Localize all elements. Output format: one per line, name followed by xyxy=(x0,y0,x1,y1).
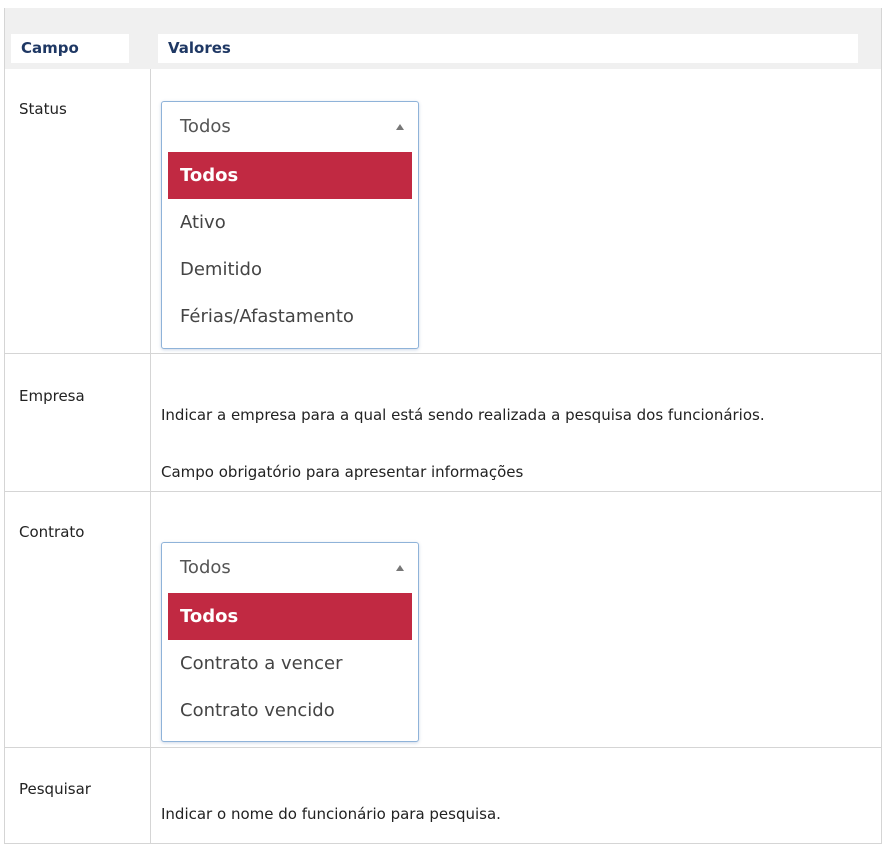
row-label-contrato: Contrato xyxy=(19,523,85,541)
caret-up-icon xyxy=(396,124,404,130)
status-selected-text: Todos xyxy=(180,116,231,137)
row-label-pesquisar: Pesquisar xyxy=(19,780,91,798)
row-label-status: Status xyxy=(19,100,67,118)
caret-up-icon xyxy=(396,565,404,571)
status-option-ativo[interactable]: Ativo xyxy=(168,199,412,246)
pesquisar-description: Indicar o nome do funcionário para pesqu… xyxy=(161,805,501,823)
contrato-selected-text: Todos xyxy=(180,557,231,578)
row-divider xyxy=(5,353,881,354)
contrato-dropdown[interactable]: Todos Todos Contrato a vencer Contrato v… xyxy=(161,542,419,742)
contrato-option-a-vencer[interactable]: Contrato a vencer xyxy=(168,640,412,687)
contrato-option-todos[interactable]: Todos xyxy=(168,593,412,640)
contrato-dropdown-value[interactable]: Todos xyxy=(162,543,418,593)
row-divider xyxy=(5,747,881,748)
header-valores: Valores xyxy=(158,34,858,63)
fields-table: Campo Valores Status Todos Todos Ativo D… xyxy=(4,8,882,844)
row-label-empresa: Empresa xyxy=(19,387,85,405)
empresa-description: Indicar a empresa para a qual está sendo… xyxy=(161,406,765,424)
empresa-required-note: Campo obrigatório para apresentar inform… xyxy=(161,463,524,481)
row-divider xyxy=(5,491,881,492)
header-campo: Campo xyxy=(11,34,129,63)
status-dropdown[interactable]: Todos Todos Ativo Demitido Férias/Afasta… xyxy=(161,101,419,349)
status-dropdown-value[interactable]: Todos xyxy=(162,102,418,152)
status-option-demitido[interactable]: Demitido xyxy=(168,246,412,293)
status-option-todos[interactable]: Todos xyxy=(168,152,412,199)
table-header-row: Campo Valores xyxy=(5,8,881,69)
status-option-ferias[interactable]: Férias/Afastamento xyxy=(168,293,412,340)
column-divider xyxy=(150,69,151,844)
contrato-option-vencido[interactable]: Contrato vencido xyxy=(168,687,412,734)
